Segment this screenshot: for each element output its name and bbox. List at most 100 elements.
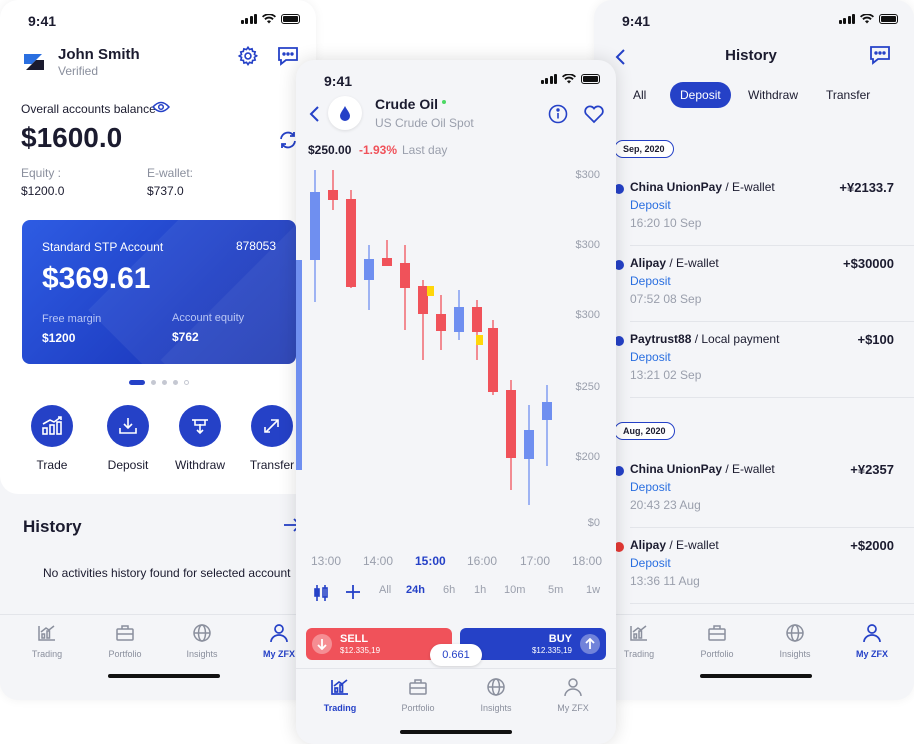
filter-deposit[interactable]: Deposit xyxy=(670,82,731,108)
timeframe-All[interactable]: All xyxy=(379,584,391,596)
change-period: Last day xyxy=(402,143,448,157)
x-axis-label: 16:00 xyxy=(467,554,498,568)
candle-body xyxy=(382,258,392,266)
signal-icon xyxy=(838,14,855,24)
heart-icon[interactable] xyxy=(582,103,606,125)
tab-trading[interactable]: Trading xyxy=(305,677,375,713)
filter-transfer[interactable]: Transfer xyxy=(816,82,880,108)
transaction-type: Deposit xyxy=(630,350,671,364)
x-axis-label: 18:00 xyxy=(572,554,603,568)
sell-label: SELL xyxy=(340,633,369,645)
add-indicator-icon[interactable] xyxy=(342,580,364,604)
timeframe-5m[interactable]: 5m xyxy=(548,584,563,596)
tab-my-zfx[interactable]: My ZFX xyxy=(538,677,608,713)
status-icons xyxy=(838,14,898,24)
trade-button[interactable] xyxy=(31,405,73,447)
candle-body xyxy=(400,263,410,288)
buy-label: BUY xyxy=(548,633,572,645)
date-badge: Aug, 2020 xyxy=(614,422,675,440)
transaction-date: 02 Sep xyxy=(663,368,702,382)
tab-insights[interactable]: Insights xyxy=(461,677,531,713)
timeframe-6h[interactable]: 6h xyxy=(443,584,455,596)
tab-trading[interactable]: Trading xyxy=(12,623,82,659)
user-name: John Smith xyxy=(58,46,140,63)
candle-body xyxy=(364,259,374,280)
transaction-row[interactable]: China UnionPay / E-wallet Deposit 16:20 10… xyxy=(614,170,914,246)
transaction-row[interactable]: China UnionPay / E-wallet Deposit 20:43 23… xyxy=(614,452,914,528)
instrument-chart-screen: 9:41 Crude Oil US Crude Oil Spot $250.00… xyxy=(296,60,616,744)
current-price: $250.00 xyxy=(308,143,352,157)
home-indicator xyxy=(108,674,220,678)
instrument-subtitle: US Crude Oil Spot xyxy=(375,116,474,130)
transaction-type: Deposit xyxy=(630,480,671,494)
tab-portfolio[interactable]: Portfolio xyxy=(90,623,160,659)
battery-icon xyxy=(879,14,898,24)
payment-provider: Alipay xyxy=(630,538,667,552)
settings-gear-icon[interactable] xyxy=(236,44,260,68)
eye-icon[interactable] xyxy=(151,100,171,114)
timeframe-1w[interactable]: 1w xyxy=(586,584,600,596)
equity-value: $1200.0 xyxy=(21,184,65,198)
candles-chart-type-icon[interactable] xyxy=(310,582,332,604)
candlestick-chart[interactable]: $300 $300 $300 $250 $200 $0 xyxy=(296,170,616,530)
history-title: History xyxy=(23,517,82,536)
transfer-icon xyxy=(264,419,279,433)
transaction-time: 20:43 xyxy=(630,498,661,512)
info-icon[interactable] xyxy=(547,103,569,125)
history-screen: 9:41 History All Deposit Withdraw Transf… xyxy=(594,0,914,700)
filter-all[interactable]: All xyxy=(623,82,656,108)
transaction-row[interactable]: Alipay / E-wallet Deposit 13:36 11 Aug +$20… xyxy=(614,528,914,604)
transaction-type: Deposit xyxy=(630,556,671,570)
transaction-row[interactable]: Alipay / E-wallet Deposit 07:52 08 Sep +$30… xyxy=(614,246,914,322)
withdraw-icon xyxy=(192,419,208,435)
candle-body xyxy=(472,307,482,332)
globe-tab-icon xyxy=(192,623,212,643)
wifi-icon xyxy=(562,74,576,84)
payment-method: / E-wallet xyxy=(669,538,719,552)
tab-portfolio[interactable]: Portfolio xyxy=(682,623,752,659)
status-bar: 9:41 xyxy=(594,0,914,40)
transaction-date: 10 Sep xyxy=(663,216,702,230)
date-badge: Sep, 2020 xyxy=(614,140,674,158)
trading-account-card[interactable]: Standard STP Account 878053 $369.61 Free… xyxy=(22,220,296,364)
trading-tab-icon xyxy=(330,677,350,697)
free-margin-value: $1200 xyxy=(42,331,76,345)
arrow-down-icon xyxy=(312,634,332,654)
withdraw-button[interactable] xyxy=(179,405,221,447)
tab-insights[interactable]: Insights xyxy=(760,623,830,659)
transaction-amount: +¥2133.7 xyxy=(839,180,894,195)
globe-tab-icon xyxy=(486,677,506,697)
user-tab-icon xyxy=(862,623,882,643)
trading-tab-icon xyxy=(37,623,57,643)
timeframe-1h[interactable]: 1h xyxy=(474,584,486,596)
home-indicator xyxy=(700,674,812,678)
transaction-row[interactable]: Paytrust88 / Local payment Deposit 13:21 0… xyxy=(614,322,914,398)
carousel-dots[interactable] xyxy=(129,380,189,385)
oil-drop-icon xyxy=(328,96,362,130)
tab-my-zfx[interactable]: My ZFX xyxy=(837,623,907,659)
trading-tab-icon xyxy=(629,623,649,643)
tab-insights[interactable]: Insights xyxy=(167,623,237,659)
portfolio-tab-icon xyxy=(115,623,135,643)
payment-method: / E-wallet xyxy=(725,180,775,194)
timeframe-24h[interactable]: 24h xyxy=(406,584,425,596)
candle-body xyxy=(328,190,338,200)
tab-portfolio[interactable]: Portfolio xyxy=(383,677,453,713)
timeframe-10m[interactable]: 10m xyxy=(504,584,525,596)
transaction-type: Deposit xyxy=(630,198,671,212)
payment-provider: China UnionPay xyxy=(630,180,723,194)
portfolio-tab-icon xyxy=(707,623,727,643)
withdraw-label: Withdraw xyxy=(174,458,225,472)
ewallet-value: $737.0 xyxy=(147,184,184,198)
deposit-button[interactable] xyxy=(107,405,149,447)
account-equity-value: $762 xyxy=(172,330,199,344)
y-axis-label: $200 xyxy=(576,451,600,463)
status-time: 9:41 xyxy=(622,13,651,29)
chat-icon[interactable] xyxy=(868,44,892,66)
transfer-button[interactable] xyxy=(251,405,293,447)
free-margin-label: Free margin xyxy=(42,313,102,325)
filter-withdraw[interactable]: Withdraw xyxy=(738,82,808,108)
buy-price: $12.335,19 xyxy=(531,646,572,655)
payment-method: / E-wallet xyxy=(669,256,719,270)
back-chevron-icon[interactable] xyxy=(304,102,324,126)
